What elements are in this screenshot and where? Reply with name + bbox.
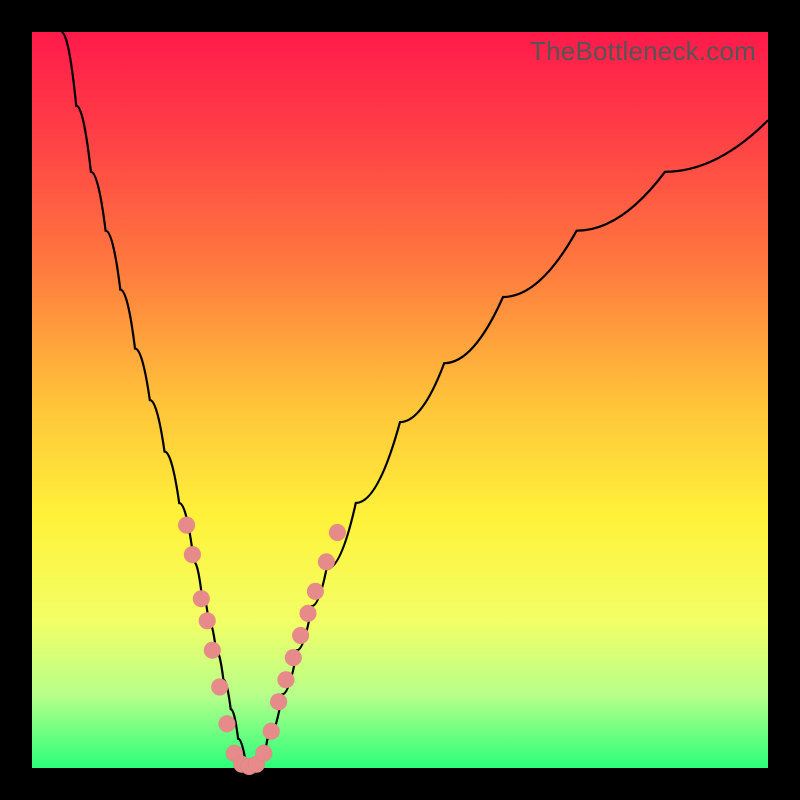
sample-point (263, 723, 280, 740)
chart-svg (32, 32, 768, 768)
sample-point (307, 583, 324, 600)
sample-point (300, 605, 317, 622)
sample-point (219, 715, 236, 732)
sample-point (211, 679, 228, 696)
sample-point (329, 524, 346, 541)
chart-frame: TheBottleneck.com (0, 0, 800, 800)
sample-point (285, 649, 302, 666)
sample-points-group (178, 517, 346, 775)
sample-point (318, 553, 335, 570)
sample-point (292, 627, 309, 644)
sample-point (193, 590, 210, 607)
plot-area: TheBottleneck.com (32, 32, 768, 768)
sample-point (199, 612, 216, 629)
sample-point (277, 671, 294, 688)
sample-point (270, 693, 287, 710)
sample-point (184, 546, 201, 563)
sample-point (204, 642, 221, 659)
sample-point (255, 745, 272, 762)
bottleneck-curve (61, 32, 768, 768)
sample-point (178, 517, 195, 534)
